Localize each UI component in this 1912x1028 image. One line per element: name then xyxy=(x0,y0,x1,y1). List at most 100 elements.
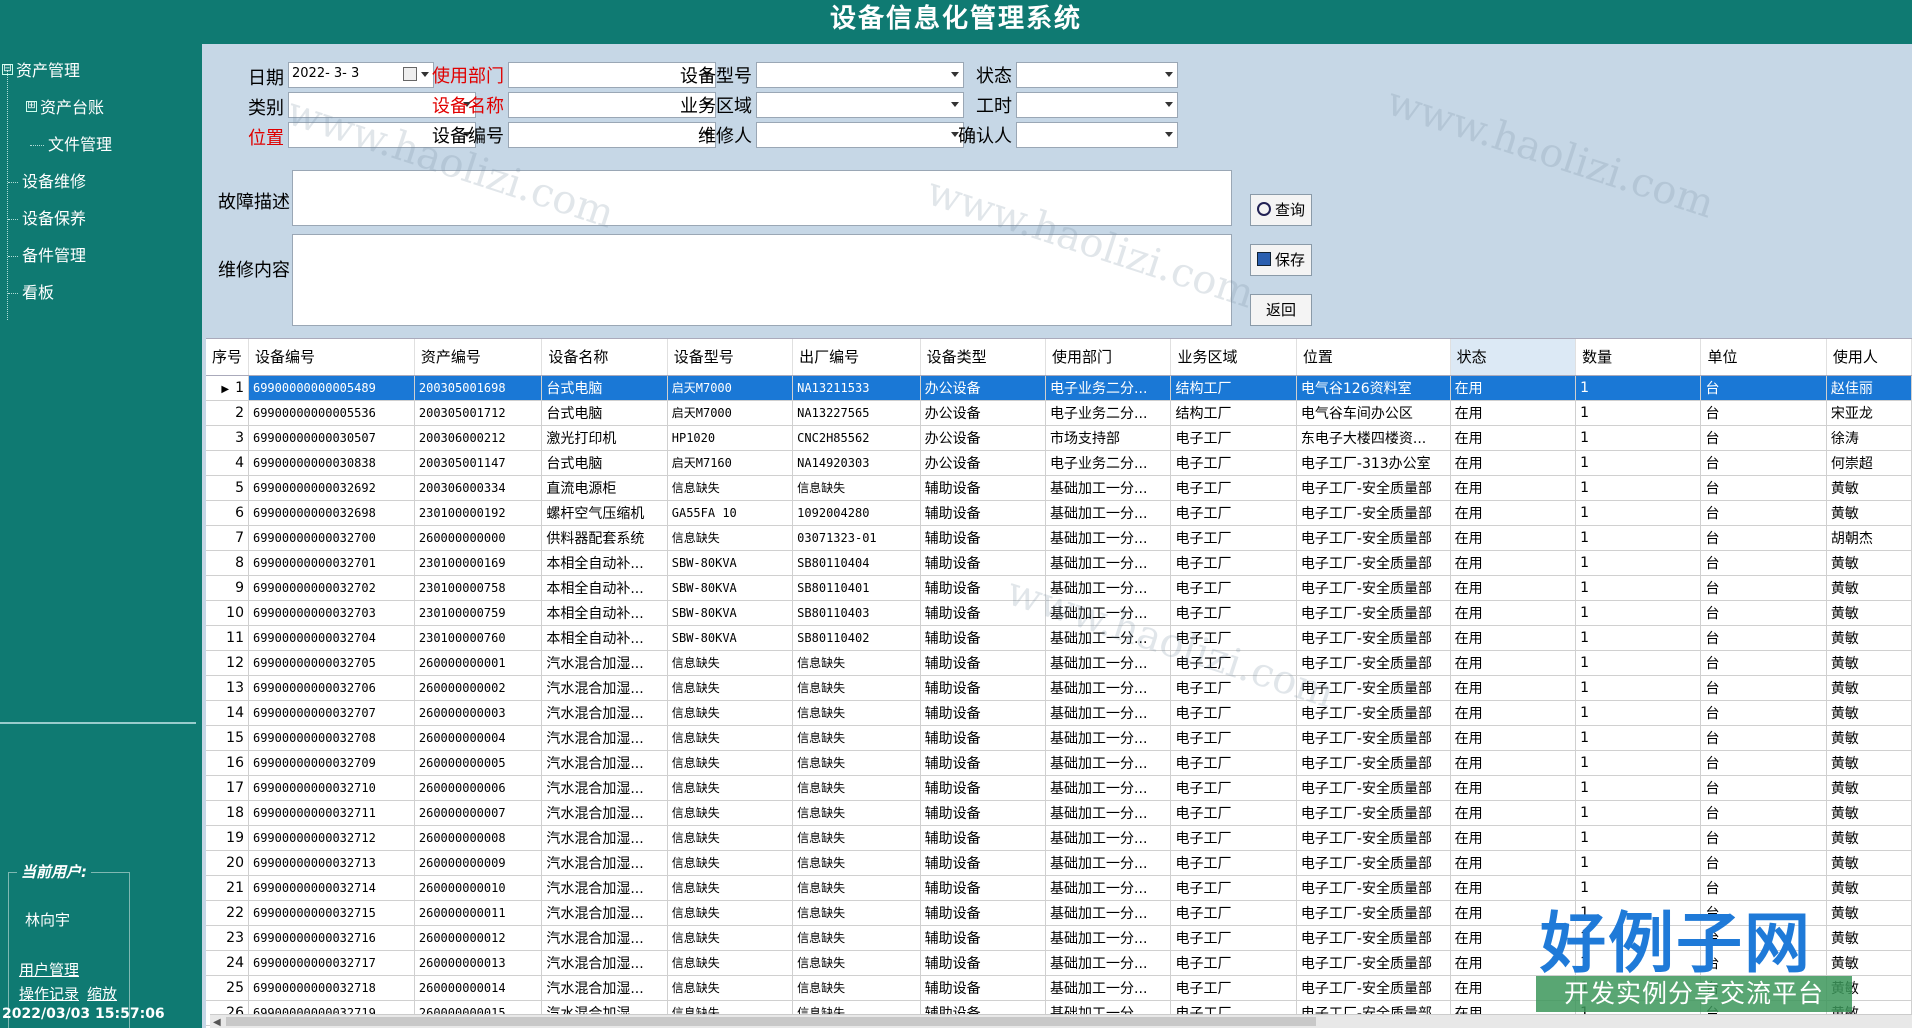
table-cell[interactable]: 胡朝杰 xyxy=(1826,525,1912,551)
table-cell[interactable]: 信息缺失 xyxy=(792,950,921,976)
table-cell[interactable]: 启天M7000 xyxy=(667,375,794,401)
table-cell[interactable]: NA13227565 xyxy=(792,400,921,426)
table-cell[interactable]: NA13211533 xyxy=(792,375,921,401)
table-cell[interactable]: 汽水混合加湿... xyxy=(541,775,668,801)
table-cell[interactable]: SB80110403 xyxy=(792,600,921,626)
table-cell[interactable]: 台 xyxy=(1700,725,1827,751)
confirmer-select[interactable] xyxy=(1016,122,1178,148)
table-cell[interactable]: 基础加工一分... xyxy=(1045,825,1172,851)
table-cell[interactable]: 1 xyxy=(1575,575,1702,601)
table-cell[interactable]: 激光打印机 xyxy=(541,425,668,451)
table-cell[interactable]: 1 xyxy=(1575,725,1702,751)
table-cell[interactable]: HP1020 xyxy=(667,425,794,451)
table-cell[interactable]: 辅助设备 xyxy=(920,725,1047,751)
table-cell[interactable]: 黄敏 xyxy=(1826,875,1912,901)
table-cell[interactable]: 69900000000032713 xyxy=(248,850,415,876)
table-row[interactable]: 14 69900000000032707 260000000003 汽水混合加湿...… xyxy=(206,700,1912,726)
table-cell[interactable]: 电子工厂-安全质量部 xyxy=(1296,550,1451,576)
table-cell[interactable]: 辅助设备 xyxy=(920,550,1047,576)
table-cell[interactable]: 信息缺失 xyxy=(792,750,921,776)
table-cell[interactable]: 启天M7000 xyxy=(667,400,794,426)
table-cell[interactable]: 信息缺失 xyxy=(792,900,921,926)
table-cell[interactable]: 信息缺失 xyxy=(667,875,794,901)
table-row[interactable]: 7 69900000000032700 260000000000 供料器配套系统 信息缺… xyxy=(206,525,1912,551)
table-cell[interactable]: 黄敏 xyxy=(1826,575,1912,601)
table-cell[interactable]: 69900000000030838 xyxy=(248,450,415,476)
table-cell[interactable]: 汽水混合加湿... xyxy=(541,825,668,851)
table-cell[interactable]: 台 xyxy=(1700,400,1827,426)
row-number[interactable]: 4 xyxy=(206,450,249,476)
table-cell[interactable]: 宋亚龙 xyxy=(1826,400,1912,426)
table-cell[interactable]: 1 xyxy=(1575,525,1702,551)
table-cell[interactable]: SB80110404 xyxy=(792,550,921,576)
table-cell[interactable]: 电子业务二分... xyxy=(1045,450,1172,476)
table-cell[interactable]: 基础加工一分... xyxy=(1045,950,1172,976)
table-row[interactable]: 4 69900000000030838 200305001147 台式电脑 启天M716… xyxy=(206,450,1912,476)
table-cell[interactable]: 电子工厂 xyxy=(1170,950,1297,976)
table-cell[interactable]: 信息缺失 xyxy=(667,525,794,551)
table-cell[interactable]: 台 xyxy=(1700,925,1827,951)
table-row[interactable]: 11 69900000000032704 230100000760 本相全自动补...… xyxy=(206,625,1912,651)
table-cell[interactable]: 电子工厂 xyxy=(1170,425,1297,451)
table-cell[interactable]: 260000000002 xyxy=(414,675,543,701)
table-cell[interactable]: 本相全自动补... xyxy=(541,625,668,651)
table-cell[interactable]: 黄敏 xyxy=(1826,475,1912,501)
table-cell[interactable]: 69900000000032707 xyxy=(248,700,415,726)
table-cell[interactable]: 辅助设备 xyxy=(920,925,1047,951)
table-cell[interactable]: 电子工厂 xyxy=(1170,575,1297,601)
table-cell[interactable]: 辅助设备 xyxy=(920,650,1047,676)
column-header[interactable]: 数量 xyxy=(1575,339,1702,376)
table-cell[interactable]: 1 xyxy=(1575,675,1702,701)
table-cell[interactable]: 电子工厂 xyxy=(1170,550,1297,576)
collapse-icon[interactable]: ⊟ xyxy=(2,64,13,75)
table-cell[interactable]: 69900000000032718 xyxy=(248,975,415,1001)
row-number[interactable]: 19 xyxy=(206,825,249,851)
row-number[interactable]: 3 xyxy=(206,425,249,451)
table-cell[interactable]: 汽水混合加湿... xyxy=(541,675,668,701)
tree-item-asset-ledger[interactable]: ⊞ 资产台账 xyxy=(0,89,196,126)
table-cell[interactable]: 辅助设备 xyxy=(920,900,1047,926)
table-cell[interactable]: CNC2H85562 xyxy=(792,425,921,451)
row-number[interactable]: 20 xyxy=(206,850,249,876)
table-cell[interactable]: 办公设备 xyxy=(920,450,1047,476)
table-cell[interactable]: 在用 xyxy=(1450,450,1577,476)
table-cell[interactable]: 螺杆空气压缩机 xyxy=(541,500,668,526)
table-cell[interactable]: 办公设备 xyxy=(920,400,1047,426)
table-cell[interactable]: 260000000006 xyxy=(414,775,543,801)
table-cell[interactable]: 基础加工一分... xyxy=(1045,900,1172,926)
table-cell[interactable]: 200305001712 xyxy=(414,400,543,426)
fault-description-input[interactable] xyxy=(292,170,1232,226)
table-cell[interactable]: 市场支持部 xyxy=(1045,425,1172,451)
chevron-down-icon[interactable] xyxy=(1165,72,1173,77)
table-cell[interactable]: 电子工厂 xyxy=(1170,750,1297,776)
table-cell[interactable]: 信息缺失 xyxy=(792,925,921,951)
table-cell[interactable]: 1 xyxy=(1575,625,1702,651)
table-cell[interactable]: 200305001698 xyxy=(414,375,543,401)
table-cell[interactable]: 260000000005 xyxy=(414,750,543,776)
table-cell[interactable]: 何崇超 xyxy=(1826,450,1912,476)
table-cell[interactable]: 黄敏 xyxy=(1826,925,1912,951)
table-cell[interactable]: 基础加工一分... xyxy=(1045,800,1172,826)
table-cell[interactable]: 基础加工一分... xyxy=(1045,600,1172,626)
column-header[interactable]: 使用部门 xyxy=(1045,339,1172,376)
table-cell[interactable]: 黄敏 xyxy=(1826,675,1912,701)
table-cell[interactable]: 电子工厂-安全质量部 xyxy=(1296,825,1451,851)
table-cell[interactable]: SB80110402 xyxy=(792,625,921,651)
table-cell[interactable]: 本相全自动补... xyxy=(541,550,668,576)
table-cell[interactable]: 信息缺失 xyxy=(792,725,921,751)
table-cell[interactable]: 台 xyxy=(1700,375,1827,401)
table-cell[interactable]: 台式电脑 xyxy=(541,450,668,476)
hours-select[interactable] xyxy=(1016,92,1178,118)
table-cell[interactable]: 在用 xyxy=(1450,675,1577,701)
table-cell[interactable]: 260000000010 xyxy=(414,875,543,901)
table-cell[interactable]: 260000000000 xyxy=(414,525,543,551)
table-row[interactable]: 15 69900000000032708 260000000004 汽水混合加湿...… xyxy=(206,725,1912,751)
table-cell[interactable]: 信息缺失 xyxy=(667,925,794,951)
tree-item-equipment-repair[interactable]: 设备维修 xyxy=(0,163,196,200)
table-cell[interactable]: 汽水混合加湿... xyxy=(541,875,668,901)
table-cell[interactable]: 电子工厂-安全质量部 xyxy=(1296,675,1451,701)
table-cell[interactable]: 台 xyxy=(1700,625,1827,651)
table-cell[interactable]: SBW-80KVA xyxy=(667,625,794,651)
table-cell[interactable]: 汽水混合加湿... xyxy=(541,850,668,876)
row-number[interactable]: 21 xyxy=(206,875,249,901)
